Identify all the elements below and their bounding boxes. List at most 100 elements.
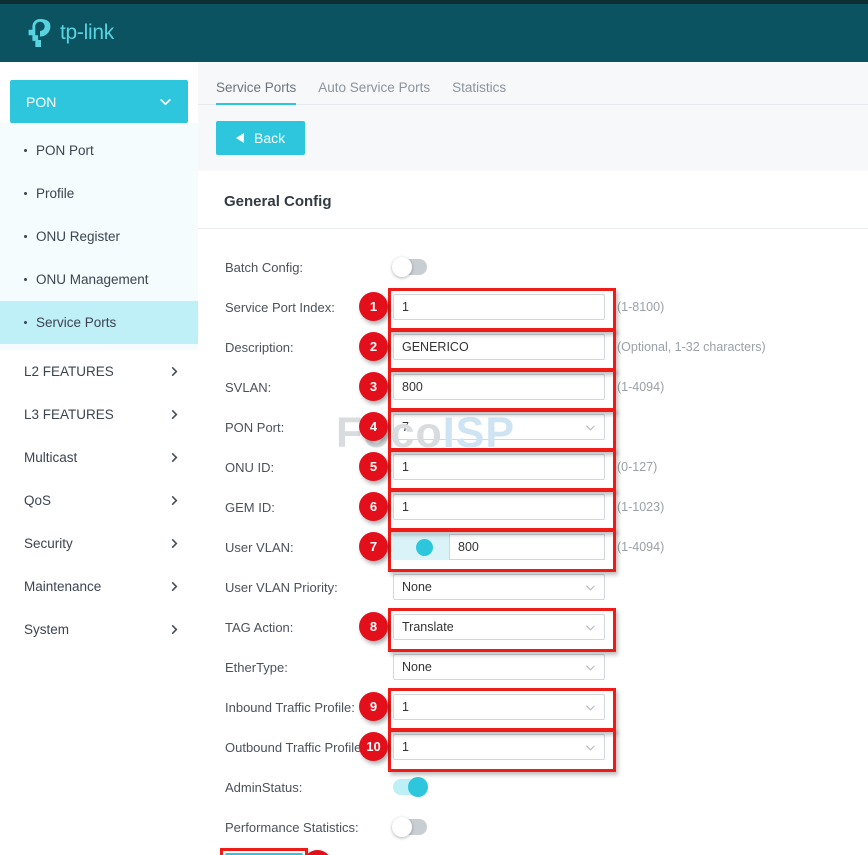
- toggle-knob: [415, 538, 433, 556]
- sidebar-item-service-ports[interactable]: Service Ports: [0, 301, 198, 344]
- step-badge-6: 6: [359, 492, 388, 521]
- chevron-down-icon: [586, 705, 595, 711]
- page-title: General Config: [224, 193, 332, 210]
- batch-config-toggle[interactable]: [392, 257, 427, 277]
- sidebar-group-l2-features[interactable]: L2 FEATURES: [0, 350, 198, 393]
- sidebar-item-label: Profile: [36, 186, 75, 201]
- tab-service-ports[interactable]: Service Ports: [216, 80, 297, 105]
- step-badge-1: 1: [359, 292, 388, 321]
- sidebar-item-onu-management[interactable]: ONU Management: [0, 258, 198, 301]
- toggle-knob: [408, 777, 428, 797]
- field-hint: (1-8100): [617, 300, 665, 314]
- gem-id-input[interactable]: 1: [393, 494, 605, 520]
- field-row-gem-id: GEM ID: 6 1 (1-1023): [198, 487, 868, 532]
- field-control: 2 GENERICO: [359, 328, 616, 372]
- sidebar-group-label: Maintenance: [24, 579, 102, 594]
- step-badge-5: 5: [359, 452, 388, 481]
- sidebar-group-label: L2 FEATURES: [24, 364, 114, 379]
- field-label: EtherType:: [225, 659, 288, 675]
- sidebar-item-label: ONU Management: [36, 272, 149, 287]
- field-row-pon-port: PON Port: 4 7: [198, 407, 868, 452]
- outbound-traffic-profile-select[interactable]: 1: [393, 734, 605, 760]
- main-content: Service Ports Auto Service Ports Statist…: [198, 62, 868, 855]
- sidebar-group-maintenance[interactable]: Maintenance: [0, 565, 198, 608]
- admin-status-toggle[interactable]: [393, 777, 428, 797]
- step-badge-11: 11: [303, 850, 332, 855]
- bullet-icon: [24, 192, 27, 195]
- sidebar-item-label: PON Port: [36, 143, 94, 158]
- field-control: 9 1: [359, 688, 616, 732]
- onu-id-input[interactable]: 1: [393, 454, 605, 480]
- user-vlan-composite: 800: [393, 534, 605, 560]
- field-row-user-vlan: User VLAN: 7 800 (1-4094): [198, 527, 868, 572]
- step-badge-3: 3: [359, 372, 388, 401]
- description-input[interactable]: GENERICO: [393, 334, 605, 360]
- field-control: 8 Translate: [359, 608, 616, 652]
- inbound-traffic-profile-select[interactable]: 1: [393, 694, 605, 720]
- performance-statistics-toggle[interactable]: [392, 817, 427, 837]
- field-control: None: [393, 654, 605, 680]
- field-row-batch-config: Batch Config:: [198, 247, 868, 287]
- service-port-index-input[interactable]: 1: [393, 294, 605, 320]
- step-badge-2: 2: [359, 332, 388, 361]
- tab-auto-service-ports[interactable]: Auto Service Ports: [318, 80, 430, 104]
- toggle-knob: [392, 257, 412, 277]
- config-form: Batch Config: Service Port Index: 1 1 (1…: [198, 229, 868, 855]
- sidebar-group-system[interactable]: System: [0, 608, 198, 651]
- chevron-right-icon: [171, 539, 178, 548]
- sidebar-item-onu-register[interactable]: ONU Register: [0, 215, 198, 258]
- field-row-outbound-traffic-profile: Outbound Traffic Profile: 10 1: [198, 727, 868, 772]
- field-label: AdminStatus:: [225, 779, 303, 795]
- field-hint: (0-127): [617, 460, 658, 474]
- ethertype-select[interactable]: None: [393, 654, 605, 680]
- svlan-input[interactable]: 800: [393, 374, 605, 400]
- arrow-left-icon: [236, 133, 244, 143]
- user-vlan-priority-select[interactable]: None: [393, 574, 605, 600]
- user-vlan-input[interactable]: 800: [449, 534, 605, 560]
- pon-port-value: 7: [402, 420, 409, 434]
- field-control: 4 7: [359, 408, 616, 452]
- sidebar-group-label: System: [24, 622, 70, 637]
- sidebar-group-pon-label: PON: [26, 93, 57, 110]
- tab-bar: Service Ports Auto Service Ports Statist…: [198, 62, 868, 105]
- tp-link-logo: tp-link: [26, 18, 114, 48]
- apply-row: Apply 11: [198, 847, 868, 855]
- field-row-user-vlan-priority: User VLAN Priority: None: [198, 567, 868, 607]
- chevron-down-icon: [586, 665, 595, 671]
- sidebar-group-label: Security: [24, 536, 73, 551]
- field-label: Batch Config:: [225, 259, 304, 275]
- app-header: tp-link: [0, 4, 868, 62]
- sidebar-group-pon[interactable]: PON: [10, 80, 188, 123]
- back-button-label: Back: [254, 130, 286, 146]
- field-control: [392, 257, 605, 277]
- sidebar: PON PON Port Profile ONU Register ONU Ma…: [0, 62, 198, 855]
- sidebar-group-security[interactable]: Security: [0, 522, 198, 565]
- sidebar-group-label: Multicast: [24, 450, 78, 465]
- chevron-down-icon: [586, 745, 595, 751]
- sidebar-group-qos[interactable]: QoS: [0, 479, 198, 522]
- bullet-icon: [24, 235, 27, 238]
- field-hint: (1-1023): [617, 500, 665, 514]
- chevron-right-icon: [171, 625, 178, 634]
- sidebar-group-label: L3 FEATURES: [24, 407, 114, 422]
- field-row-service-port-index: Service Port Index: 1 1 (1-8100): [198, 287, 868, 332]
- pon-port-select[interactable]: 7: [393, 414, 605, 440]
- tp-link-logo-icon: [28, 19, 51, 47]
- sidebar-item-profile[interactable]: Profile: [0, 172, 198, 215]
- sidebar-group-multicast[interactable]: Multicast: [0, 436, 198, 479]
- back-button[interactable]: Back: [216, 121, 306, 155]
- field-row-description: Description: 2 GENERICO (Optional, 1-32 …: [198, 327, 868, 372]
- step-badge-10: 10: [359, 732, 388, 761]
- tag-action-select[interactable]: Translate: [393, 614, 605, 640]
- sidebar-group-l3-features[interactable]: L3 FEATURES: [0, 393, 198, 436]
- field-row-svlan: SVLAN: 3 800 (1-4094): [198, 367, 868, 412]
- user-vlan-toggle[interactable]: [393, 534, 449, 560]
- tab-statistics[interactable]: Statistics: [452, 80, 506, 104]
- step-badge-8: 8: [359, 612, 388, 641]
- field-label: Performance Statistics:: [225, 819, 359, 835]
- chevron-down-icon: [160, 99, 171, 106]
- field-label: User VLAN Priority:: [225, 579, 338, 595]
- ethertype-value: None: [402, 660, 432, 674]
- sidebar-item-pon-port[interactable]: PON Port: [0, 129, 198, 172]
- general-config-panel: General Config FocoISP Batch Config: Ser…: [198, 171, 868, 855]
